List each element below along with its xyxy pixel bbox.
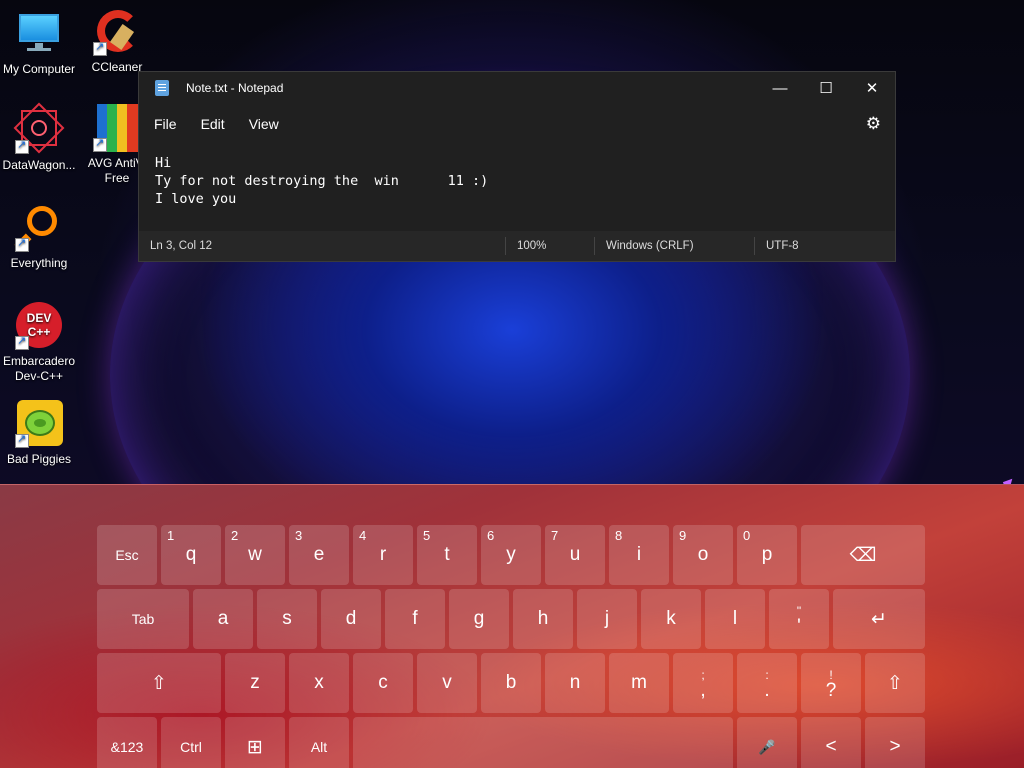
notepad-app-icon bbox=[155, 80, 169, 96]
key-e[interactable]: 3e bbox=[289, 525, 349, 585]
window-title: Note.txt - Notepad bbox=[186, 81, 284, 95]
key-n[interactable]: n bbox=[545, 653, 605, 713]
status-encoding: UTF-8 bbox=[754, 237, 874, 255]
monitor-icon bbox=[15, 10, 63, 58]
close-button[interactable]: ✕ bbox=[849, 72, 895, 104]
document-text[interactable]: Hi Ty for not destroying the win 11 :) I… bbox=[155, 154, 488, 208]
desktop-icon-label: Embarcadero Dev-C++ bbox=[2, 354, 76, 383]
key-x[interactable]: x bbox=[289, 653, 349, 713]
desktop-icon-datawagon[interactable]: DataWagon... bbox=[0, 102, 78, 173]
key-period[interactable]: :. bbox=[737, 653, 797, 713]
maximize-button[interactable]: ☐ bbox=[803, 72, 849, 104]
arrow-left-icon[interactable]: < bbox=[801, 717, 861, 768]
desktop-icon-ccleaner[interactable]: CCleaner bbox=[78, 8, 156, 75]
key-l[interactable]: l bbox=[705, 589, 765, 649]
backspace-icon[interactable]: ⌫ bbox=[801, 525, 925, 585]
avg-icon bbox=[93, 104, 141, 152]
key-o[interactable]: 9o bbox=[673, 525, 733, 585]
datawagon-icon bbox=[13, 102, 65, 154]
shift-right-icon[interactable]: ⇧ bbox=[865, 653, 925, 713]
key-z[interactable]: z bbox=[225, 653, 285, 713]
desktop-icon-label: DataWagon... bbox=[2, 158, 76, 172]
key-w[interactable]: 2w bbox=[225, 525, 285, 585]
key-s[interactable]: s bbox=[257, 589, 317, 649]
enter-icon[interactable]: ↵ bbox=[833, 589, 925, 649]
windows-icon[interactable]: ⊞ bbox=[225, 717, 285, 768]
key-space[interactable] bbox=[353, 717, 733, 768]
key-tab[interactable]: Tab bbox=[97, 589, 189, 649]
key-d[interactable]: d bbox=[321, 589, 381, 649]
menu-file[interactable]: File bbox=[142, 116, 189, 132]
touch-keyboard: Esc 1q 2w 3e 4r 5t 6y 7u 8i 9o 0p ⌫ Tab … bbox=[0, 484, 1024, 768]
key-alt[interactable]: Alt bbox=[289, 717, 349, 768]
desktop-icon-devcpp[interactable]: DEVC++ Embarcadero Dev-C++ bbox=[0, 302, 78, 384]
key-t[interactable]: 5t bbox=[417, 525, 477, 585]
key-g[interactable]: g bbox=[449, 589, 509, 649]
desktop-icon-my-computer[interactable]: My Computer bbox=[0, 10, 78, 77]
ccleaner-icon bbox=[93, 8, 141, 56]
key-m[interactable]: m bbox=[609, 653, 669, 713]
microphone-icon[interactable]: 🎤 bbox=[737, 717, 797, 768]
key-q[interactable]: 1q bbox=[161, 525, 221, 585]
arrow-right-icon[interactable]: > bbox=[865, 717, 925, 768]
status-zoom: 100% bbox=[505, 237, 594, 255]
key-b[interactable]: b bbox=[481, 653, 541, 713]
key-esc[interactable]: Esc bbox=[97, 525, 157, 585]
status-bar: Ln 3, Col 12 100% Windows (CRLF) UTF-8 bbox=[139, 231, 895, 261]
desktop-icon-label: Bad Piggies bbox=[6, 452, 72, 466]
key-u[interactable]: 7u bbox=[545, 525, 605, 585]
title-bar[interactable]: Note.txt - Notepad — ☐ ✕ bbox=[139, 72, 895, 104]
desktop-icon-label: My Computer bbox=[2, 62, 76, 76]
settings-gear-icon[interactable]: ⚙ bbox=[866, 114, 881, 134]
bad-piggies-icon bbox=[15, 400, 63, 448]
minimize-button[interactable]: — bbox=[757, 72, 803, 104]
key-i[interactable]: 8i bbox=[609, 525, 669, 585]
status-cursor-position: Ln 3, Col 12 bbox=[150, 240, 213, 252]
key-c[interactable]: c bbox=[353, 653, 413, 713]
key-r[interactable]: 4r bbox=[353, 525, 413, 585]
key-symbols[interactable]: &123 bbox=[97, 717, 157, 768]
magnifier-icon bbox=[14, 204, 63, 252]
key-v[interactable]: v bbox=[417, 653, 477, 713]
key-j[interactable]: j bbox=[577, 589, 637, 649]
key-a[interactable]: a bbox=[193, 589, 253, 649]
desktop-icon-label: Everything bbox=[10, 256, 68, 270]
menu-view[interactable]: View bbox=[237, 116, 291, 132]
desktop-icon-everything[interactable]: Everything bbox=[0, 204, 78, 271]
devcpp-icon: DEV C++ bbox=[15, 302, 63, 350]
key-f[interactable]: f bbox=[385, 589, 445, 649]
menu-bar: File Edit View ⚙ bbox=[139, 104, 895, 144]
desktop-icon-bad-piggies[interactable]: Bad Piggies bbox=[0, 400, 78, 467]
key-y[interactable]: 6y bbox=[481, 525, 541, 585]
menu-edit[interactable]: Edit bbox=[189, 116, 237, 132]
key-comma[interactable]: ;, bbox=[673, 653, 733, 713]
shift-left-icon[interactable]: ⇧ bbox=[97, 653, 221, 713]
key-k[interactable]: k bbox=[641, 589, 701, 649]
notepad-window: Note.txt - Notepad — ☐ ✕ File Edit View … bbox=[138, 71, 896, 262]
key-h[interactable]: h bbox=[513, 589, 573, 649]
key-p[interactable]: 0p bbox=[737, 525, 797, 585]
key-question[interactable]: !? bbox=[801, 653, 861, 713]
key-quote[interactable]: " ' bbox=[769, 589, 829, 649]
key-ctrl[interactable]: Ctrl bbox=[161, 717, 221, 768]
status-line-ending: Windows (CRLF) bbox=[594, 237, 754, 255]
